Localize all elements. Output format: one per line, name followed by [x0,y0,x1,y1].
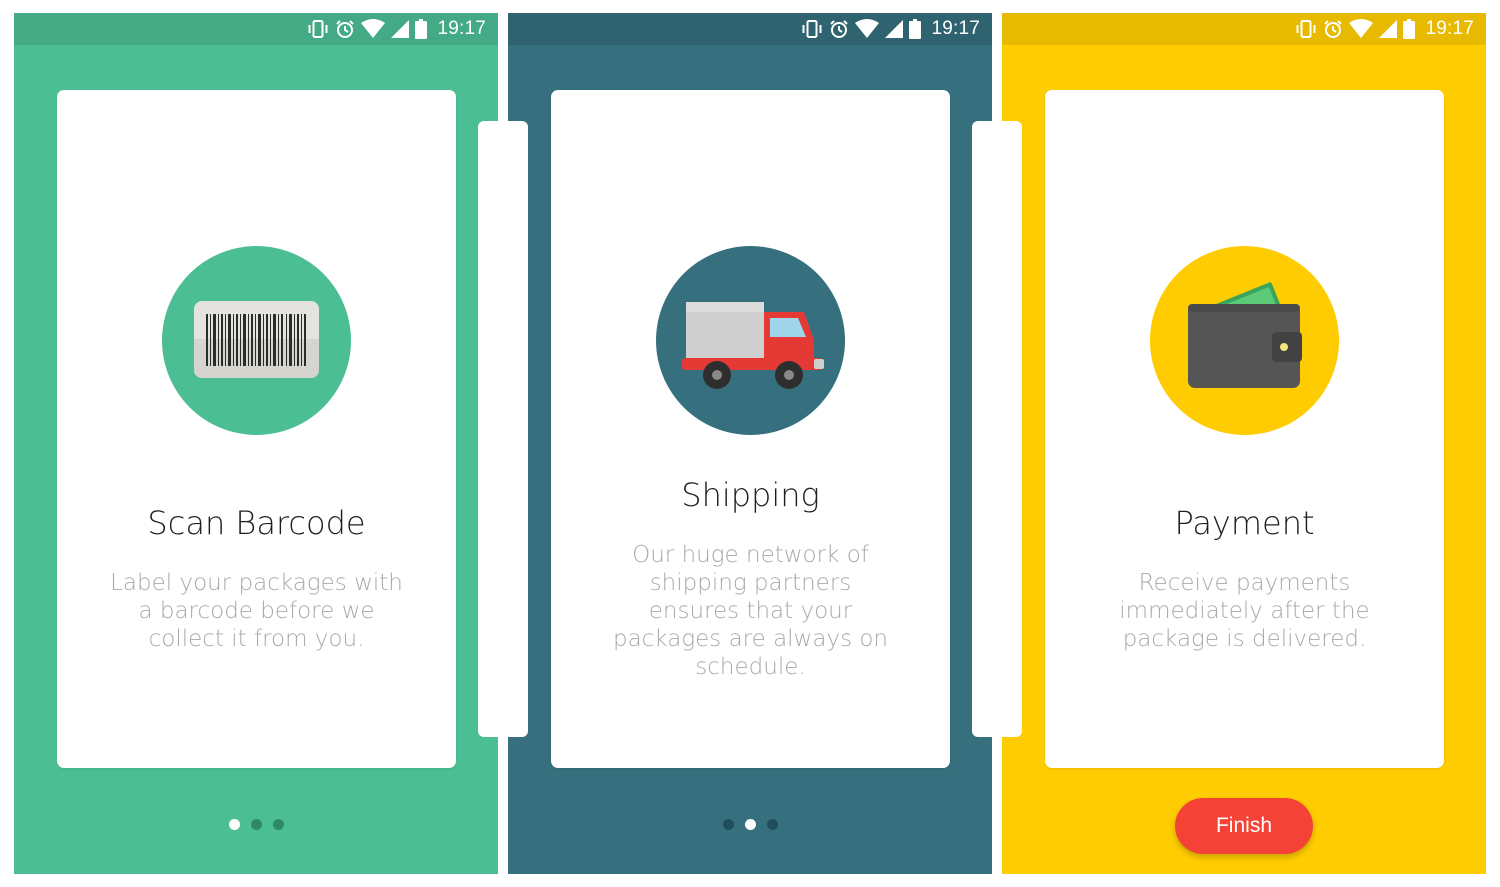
card-description: Receive payments immediately after the p… [1119,570,1370,652]
status-clock: 19:17 [437,18,486,39]
truck-icon [682,302,824,389]
icon-badge [1150,246,1339,435]
vibrate-icon [1295,19,1317,39]
cell-signal-icon [1379,19,1398,39]
status-bar: 19:17 [1002,13,1486,45]
battery-icon [415,19,428,39]
battery-icon [909,19,922,39]
status-icons: 19:17 [1295,18,1474,40]
vibrate-icon [307,19,329,39]
wifi-icon [1349,19,1374,39]
onboarding-card: Shipping Our huge network of shipping pa… [551,90,950,768]
card-description: Label your packages with a barcode befor… [110,570,403,652]
page-indicator [14,819,498,830]
page-dot-1[interactable] [722,819,734,830]
page-dot-2[interactable] [250,819,262,830]
card-title: Payment [1174,504,1315,542]
next-card-peek[interactable] [972,121,992,737]
previous-card-peek[interactable] [508,121,528,737]
status-clock: 19:17 [1425,18,1474,39]
status-bar: 19:17 [508,13,992,45]
onboarding-screen-shipping: 19:17 Shipping Our huge network of shipp… [508,13,992,874]
wifi-icon [361,19,386,39]
wallet-icon [1188,282,1302,388]
cell-signal-icon [391,19,410,39]
card-title: Scan Barcode [147,504,366,542]
alarm-icon [829,19,849,39]
onboarding-screen-payment: 19:17 Payment Receive payments immediate… [1002,13,1486,874]
icon-badge [162,246,351,435]
status-icons: 19:17 [801,18,980,40]
status-clock: 19:17 [931,18,980,39]
previous-card-peek[interactable] [1002,121,1022,737]
status-icons: 19:17 [307,18,486,40]
page-dot-3[interactable] [766,819,778,830]
icon-badge [656,246,845,435]
next-card-peek[interactable] [478,121,498,737]
page-dot-2-active[interactable] [744,819,756,830]
card-description: Our huge network of shipping partners en… [612,542,889,680]
vibrate-icon [801,19,823,39]
alarm-icon [335,19,355,39]
battery-icon [1403,19,1416,39]
card-title: Shipping [681,476,820,514]
alarm-icon [1323,19,1343,39]
onboarding-screen-scan-barcode: 19:17 Scan Barcode Label your packages w… [14,13,498,874]
page-dot-3[interactable] [272,819,284,830]
barcode-icon [194,301,319,378]
page-indicator [508,819,992,830]
wifi-icon [855,19,880,39]
onboarding-card: Scan Barcode Label your packages with a … [57,90,456,768]
finish-button[interactable]: Finish [1175,798,1313,854]
cell-signal-icon [885,19,904,39]
onboarding-card: Payment Receive payments immediately aft… [1045,90,1444,768]
page-dot-1-active[interactable] [228,819,240,830]
status-bar: 19:17 [14,13,498,45]
